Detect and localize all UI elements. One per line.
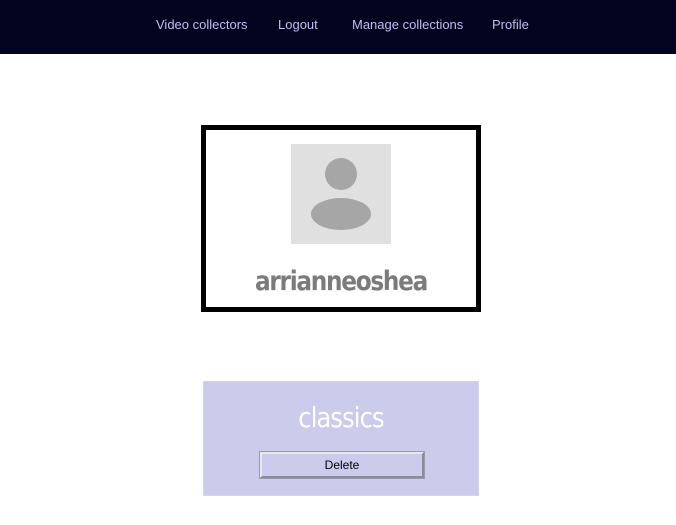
nav-link-video-collectors[interactable]: Video collectors [156, 17, 248, 33]
collection-name: classics [298, 401, 384, 434]
nav-link-logout[interactable]: Logout [278, 17, 318, 33]
avatar-head [325, 158, 357, 190]
avatar-body [311, 198, 371, 230]
profile-card: arrianneoshea [201, 125, 481, 312]
top-navbar: Video collectors Logout Manage collectio… [0, 0, 676, 54]
user-placeholder-icon [291, 144, 391, 244]
delete-collection-button[interactable]: Delete [259, 451, 425, 479]
nav-link-profile[interactable]: Profile [492, 17, 529, 33]
username: arrianneoshea [255, 266, 428, 297]
collection-card: classics Delete [203, 381, 479, 496]
nav-link-manage-collections[interactable]: Manage collections [352, 17, 463, 33]
